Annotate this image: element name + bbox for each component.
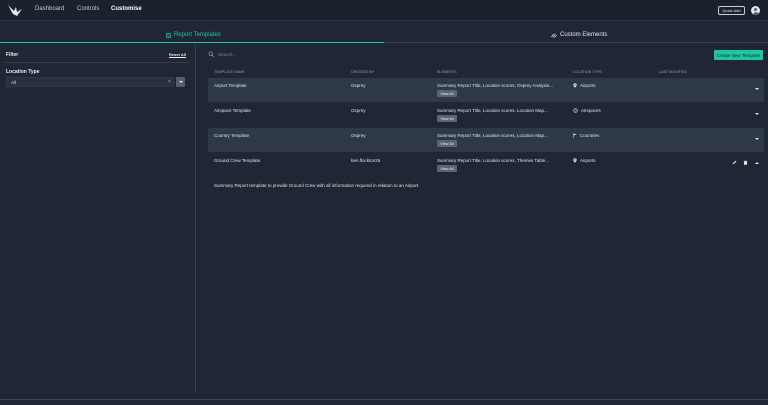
location-type-value: Airports: [580, 83, 596, 88]
created-by: Osprey: [351, 133, 366, 138]
table-header: TEMPLATE NAME CREATED BY ELEMENTS LOCATI…: [208, 68, 764, 76]
template-name: Ground Crew Template: [214, 158, 261, 163]
location-type-cell: Airports: [573, 83, 596, 89]
filter-title: Filter: [6, 52, 19, 58]
table-row[interactable]: Country Template Osprey Summary Report T…: [208, 128, 764, 152]
column-created-by[interactable]: CREATED BY: [351, 70, 374, 74]
location-type-label: Location Type: [6, 69, 40, 75]
map-pin-icon: [573, 158, 577, 164]
table-row[interactable]: Ground Crew Template ben.flockton25 Summ…: [208, 153, 764, 177]
location-type-cell: Countries: [573, 133, 600, 139]
elements-summary: Summary Report Title, Location scores, O…: [437, 83, 554, 88]
map-pin-icon: [573, 83, 577, 89]
location-type-cell: Airports: [573, 158, 596, 164]
top-navigation-bar: Dashboard Controls Customise Quick Add: [0, 0, 768, 21]
table-row[interactable]: Airspace Template Osprey Summary Report …: [208, 103, 764, 127]
column-last-modified[interactable]: LAST MODIFIED: [659, 70, 687, 74]
nav-dashboard[interactable]: Dashboard: [35, 6, 64, 12]
quick-add-button[interactable]: Quick Add: [718, 6, 745, 15]
custom-elements-icon: [551, 32, 557, 38]
footer-divider: [0, 399, 768, 400]
location-type-cell: Airspaces: [573, 108, 601, 114]
tab-custom-elements-label: Custom Elements: [560, 32, 608, 38]
location-type-dropdown-button[interactable]: [176, 77, 185, 87]
divider: [4, 62, 190, 63]
avatar-icon[interactable]: [751, 6, 760, 15]
template-tabs: Report Templates Custom Elements: [0, 29, 768, 43]
report-template-icon: [166, 32, 171, 38]
template-description: Summary Report template to provide Groun…: [214, 183, 420, 188]
template-name: Airspace Template: [214, 108, 251, 113]
search-input[interactable]: [218, 51, 698, 58]
airspace-icon: [573, 108, 578, 114]
chevron-down-icon[interactable]: [754, 111, 760, 117]
elements-summary: Summary Report Title, Location scores, L…: [437, 108, 548, 113]
chevron-up-icon[interactable]: [754, 160, 760, 166]
location-type-select[interactable]: All: [6, 77, 174, 87]
logo-bird-icon[interactable]: [7, 4, 23, 18]
edit-icon[interactable]: [732, 160, 737, 165]
reset-all-link[interactable]: Reset All: [169, 52, 186, 57]
column-location-type[interactable]: LOCATION TYPE: [573, 70, 602, 74]
view-all-button[interactable]: View All: [437, 90, 457, 97]
elements-summary: Summary Report Title, Location scores, L…: [437, 133, 548, 138]
delete-icon[interactable]: [743, 160, 748, 165]
search-bar: [208, 51, 708, 59]
location-type-value: Airports: [580, 158, 596, 163]
view-all-button[interactable]: View All: [437, 115, 457, 122]
nav-customise[interactable]: Customise: [111, 6, 142, 12]
column-template-name[interactable]: TEMPLATE NAME: [214, 70, 245, 74]
template-name: Airport Template: [214, 83, 247, 88]
view-all-button[interactable]: View All: [437, 140, 457, 147]
flag-icon: [573, 133, 577, 139]
tab-report-templates[interactable]: Report Templates: [0, 29, 384, 43]
chevron-down-icon[interactable]: [754, 136, 760, 142]
tab-custom-elements[interactable]: Custom Elements: [384, 29, 768, 43]
column-elements[interactable]: ELEMENTS: [437, 70, 457, 74]
table-row[interactable]: Airport Template Osprey Summary Report T…: [208, 78, 764, 102]
created-by: ben.flockton25: [351, 158, 381, 163]
template-name: Country Template: [214, 133, 250, 138]
filter-sidebar: Filter Reset All Location Type All ×: [0, 45, 196, 391]
location-type-value: Airspaces: [581, 108, 601, 113]
location-type-value: All: [11, 80, 17, 85]
location-type-value: Countries: [580, 133, 600, 138]
view-all-button[interactable]: View All: [437, 165, 457, 172]
chevron-down-icon[interactable]: [754, 86, 760, 92]
created-by: Osprey: [351, 83, 366, 88]
nav-controls[interactable]: Controls: [77, 6, 99, 12]
tab-report-templates-label: Report Templates: [174, 32, 221, 38]
clear-selection-icon[interactable]: ×: [168, 79, 171, 85]
created-by: Osprey: [351, 108, 366, 113]
create-new-template-button[interactable]: Create New Template: [714, 50, 763, 60]
elements-summary: Summary Report Title, Location scores, T…: [437, 158, 549, 163]
search-icon: [208, 51, 215, 58]
